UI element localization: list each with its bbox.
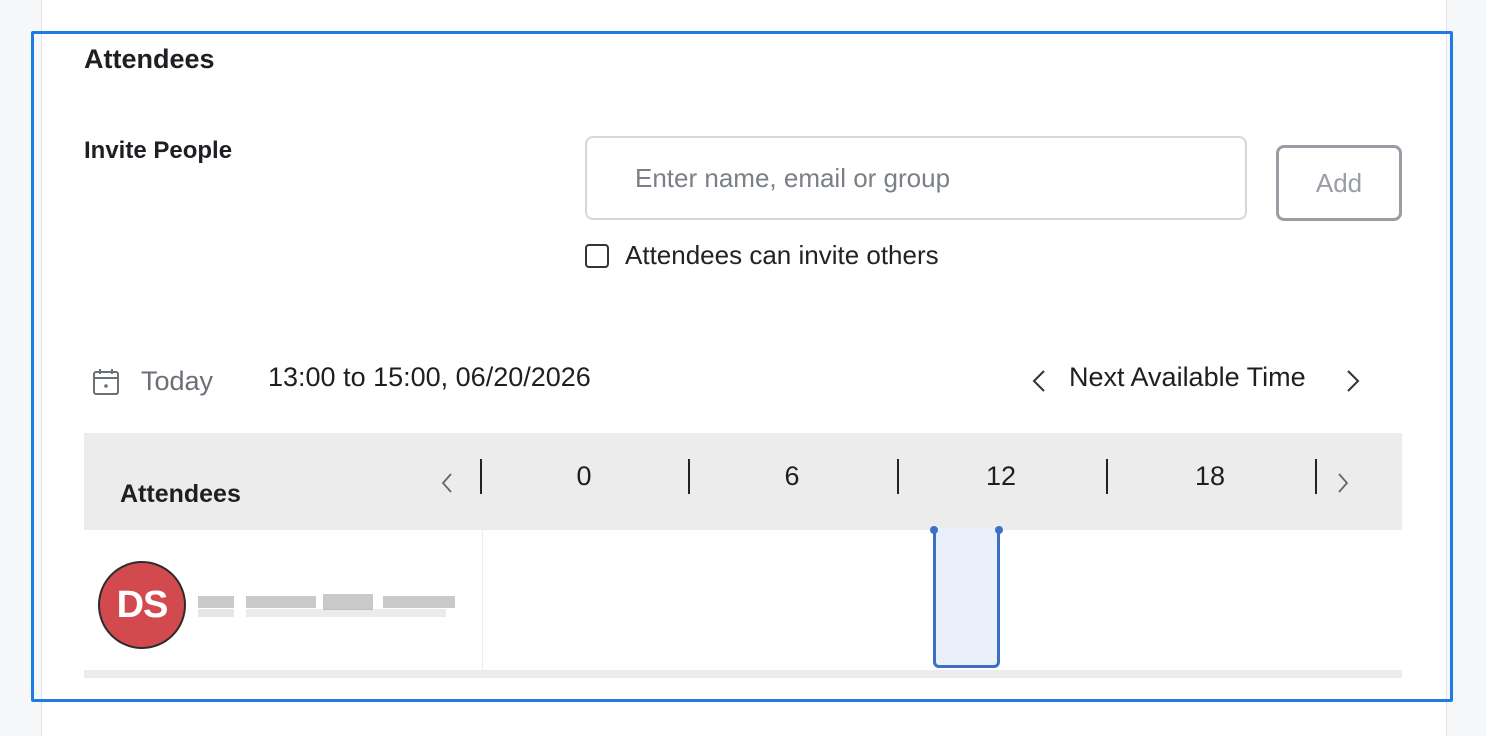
hour-label: 12 — [985, 461, 1017, 491]
section-title: Attendees — [84, 44, 215, 74]
selected-time-block[interactable] — [933, 528, 1000, 668]
today-button[interactable]: Today — [141, 366, 213, 397]
attendees-column-header: Attendees — [120, 480, 241, 508]
avatar: DS — [98, 561, 186, 649]
time-range: 13:00 to 15:00, 06/20/2026 — [268, 362, 591, 392]
invite-others-checkbox[interactable] — [585, 243, 609, 268]
attendee-name-redacted — [198, 587, 478, 621]
row-divider — [482, 530, 483, 670]
hour-tick — [897, 459, 899, 494]
hours-next-chevron-icon[interactable] — [1335, 470, 1351, 496]
hour-tick — [1106, 459, 1108, 494]
add-button[interactable]: Add — [1276, 145, 1402, 221]
selection-handle-left[interactable] — [930, 526, 938, 534]
hour-label: 0 — [576, 461, 592, 491]
calendar-icon[interactable] — [91, 367, 121, 397]
hour-tick — [1315, 459, 1317, 494]
invite-input[interactable] — [585, 136, 1247, 220]
next-available-time-label[interactable]: Next Available Time — [1069, 362, 1306, 393]
hour-tick — [480, 459, 482, 494]
selection-handle-right[interactable] — [995, 526, 1003, 534]
invite-people-label: Invite People — [84, 137, 233, 164]
row-bottom-border — [84, 670, 1402, 678]
invite-others-label: Attendees can invite others — [625, 240, 939, 270]
hour-tick — [688, 459, 690, 494]
invite-others-option[interactable]: Attendees can invite others — [585, 240, 939, 271]
hours-prev-chevron-icon[interactable] — [439, 470, 455, 496]
hour-label: 6 — [784, 461, 800, 491]
hour-label: 18 — [1194, 461, 1226, 491]
next-available-chevron-icon[interactable] — [1343, 366, 1363, 396]
previous-available-chevron-icon[interactable] — [1029, 366, 1049, 396]
